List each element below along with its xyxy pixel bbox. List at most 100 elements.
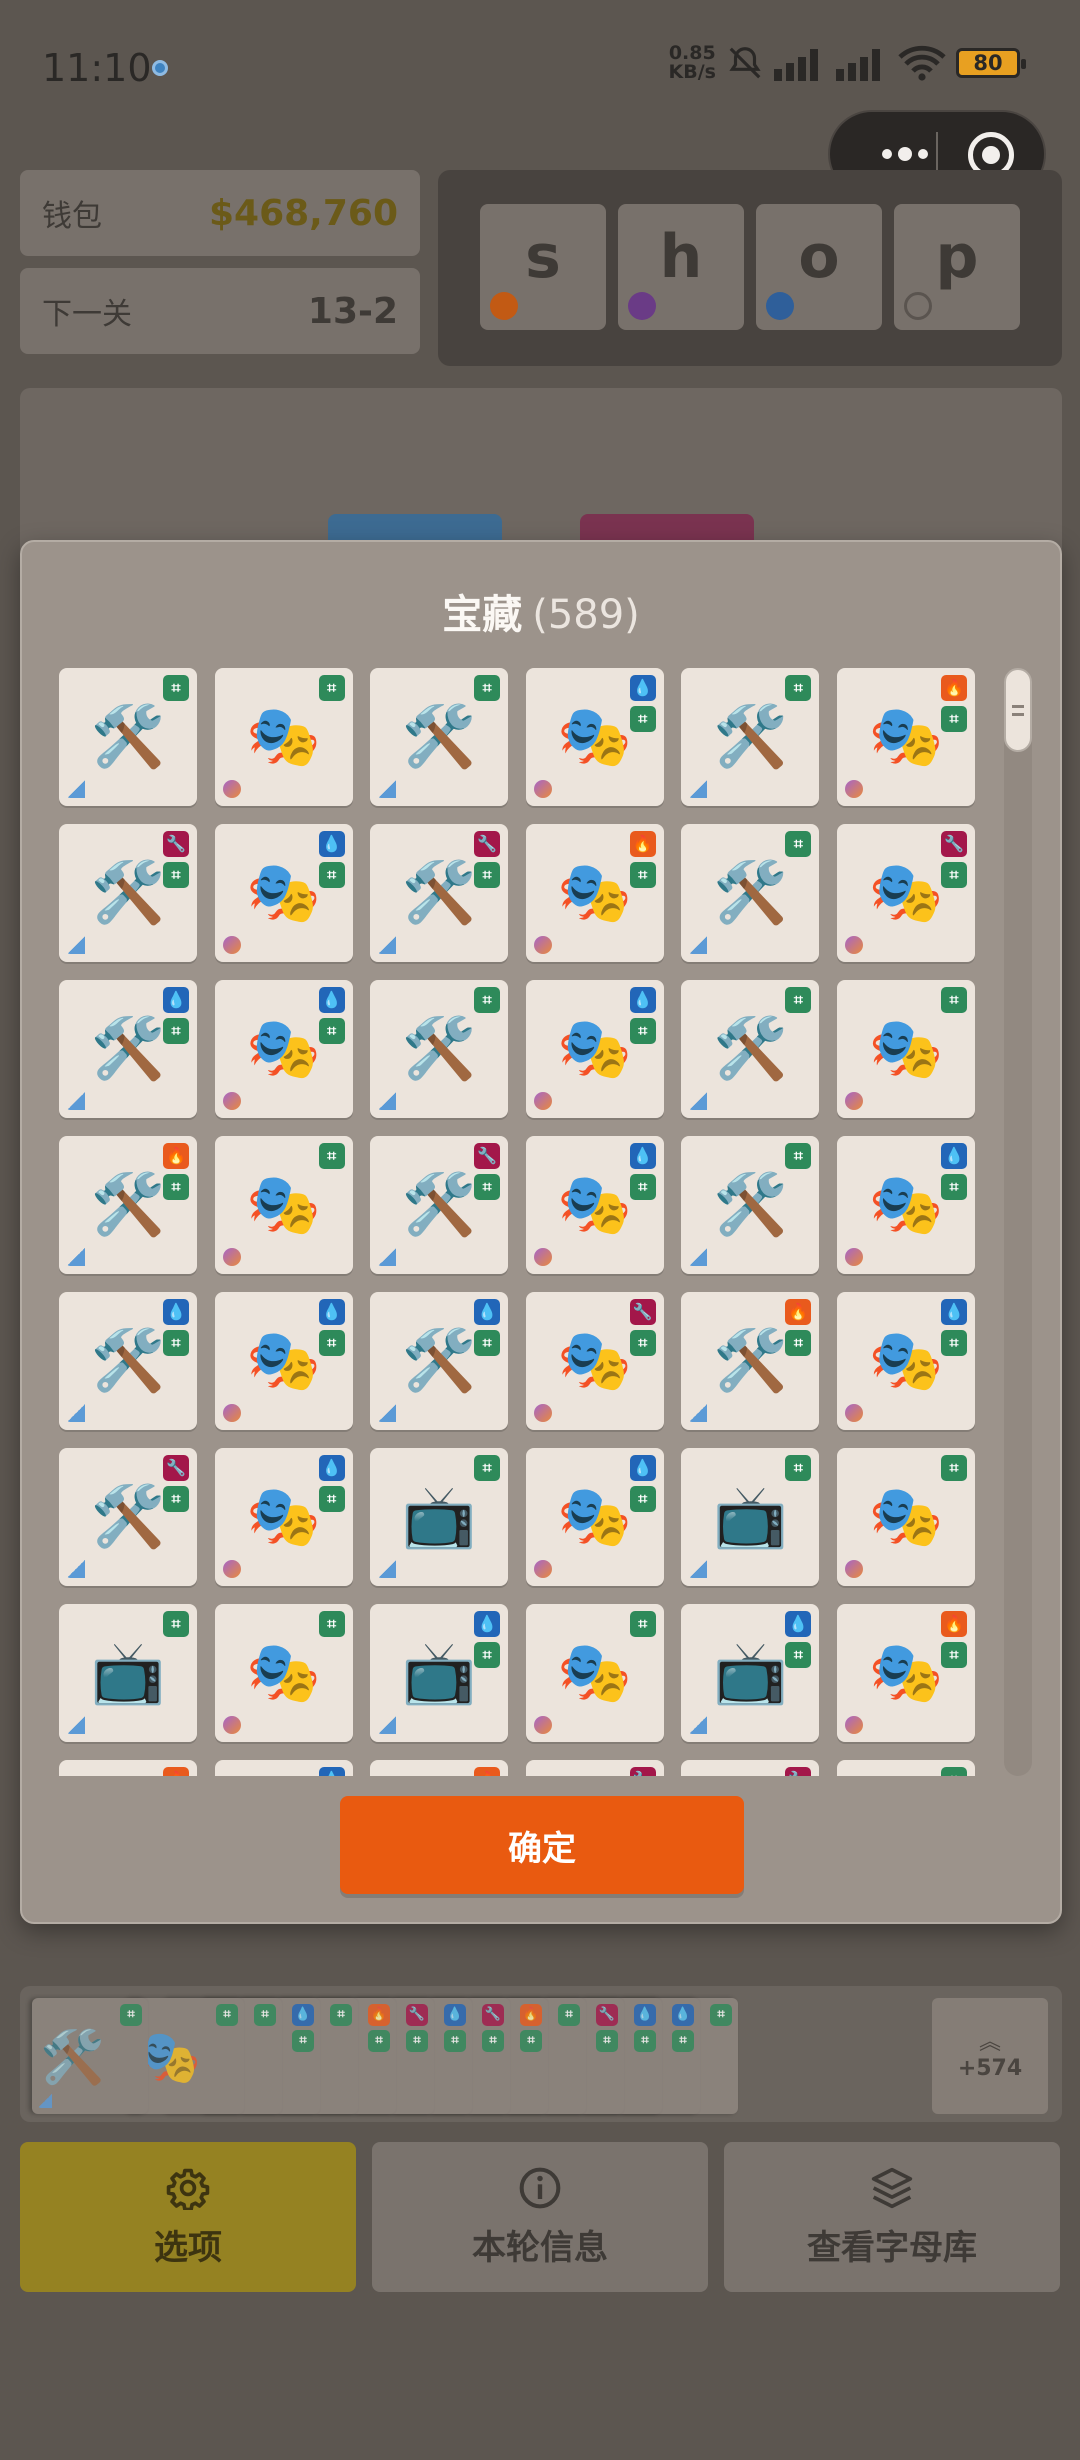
treasure-card[interactable]: 📺 💧 ⌗ bbox=[681, 1604, 820, 1742]
green-tag-badge-icon: ⌗ bbox=[629, 862, 656, 888]
treasure-card[interactable]: ⌗ bbox=[836, 1760, 975, 1776]
treasure-card[interactable]: 🛠️ 💧 ⌗ bbox=[59, 980, 197, 1118]
green-tag-badge-icon: ⌗ bbox=[940, 1330, 967, 1356]
blue-corner-icon bbox=[67, 780, 85, 798]
treasure-card[interactable]: 🎭 🔥 ⌗ bbox=[836, 1604, 975, 1742]
green-tag-badge-icon: ⌗ bbox=[785, 675, 812, 701]
treasure-card[interactable]: 🛠️ 🔥 ⌗ bbox=[681, 1292, 820, 1430]
treasure-card[interactable]: 🎭 ⌗ bbox=[214, 1136, 353, 1274]
treasure-card[interactable]: 🛠️ 💧 ⌗ bbox=[370, 1292, 509, 1430]
purple-orange-corner-icon bbox=[533, 1092, 552, 1110]
treasure-card[interactable]: 🎭 💧 ⌗ bbox=[214, 980, 353, 1118]
hand-strip: 🛠️⌗🎭⌗🛠️⌗🎭💧⌗🛠️⌗🎭🔥⌗🛠️🔧⌗🎭💧⌗🛠️🔧⌗🎭🔥⌗🛠️⌗🎭🔧⌗🛠️💧… bbox=[20, 1986, 1062, 2122]
treasure-card[interactable]: 🛠️ ⌗ bbox=[370, 980, 509, 1118]
television-icon: 📺 bbox=[90, 1638, 166, 1708]
treasure-card[interactable]: 🎭 💧 ⌗ bbox=[525, 668, 664, 806]
treasure-card[interactable]: 🎭 🔧 ⌗ bbox=[836, 824, 975, 962]
treasure-card[interactable]: 🎭 💧 ⌗ bbox=[836, 1136, 975, 1274]
tools-icon: 🛠️ bbox=[713, 1170, 788, 1240]
water-badge-icon: 💧 bbox=[318, 1299, 345, 1325]
scrollbar-track[interactable] bbox=[1004, 668, 1032, 1776]
treasure-card[interactable]: 🎭 💧 ⌗ bbox=[836, 1292, 975, 1430]
treasure-card[interactable]: 🎭 ⌗ bbox=[836, 980, 975, 1118]
treasure-card[interactable]: 📺 ⌗ bbox=[681, 1448, 820, 1586]
card-badges: ⌗ bbox=[940, 987, 967, 1013]
options-button[interactable]: 选项 bbox=[20, 2142, 356, 2292]
treasure-card[interactable]: 🎭 💧 ⌗ bbox=[525, 1448, 664, 1586]
shop-letter-tile[interactable]: p bbox=[894, 204, 1020, 330]
purple-orange-corner-icon bbox=[844, 780, 863, 798]
green-tag-badge-icon: ⌗ bbox=[318, 1143, 345, 1169]
treasure-card[interactable]: 💧 bbox=[214, 1760, 353, 1776]
treasure-card[interactable]: 🛠️ ⌗ bbox=[681, 980, 820, 1118]
purple-orange-corner-icon bbox=[844, 1716, 863, 1734]
treasure-grid-viewport[interactable]: 🛠️ ⌗ 🎭 ⌗ 🛠️ ⌗ 🎭 💧 ⌗ 🛠️ ⌗ 🎭 🔥 ⌗ 🛠️ 🔧 ⌗ 🎭 💧 ⌗ 🛠️ 🔧 ⌗ 🎭 🔥 ⌗ 🛠️ ⌗ 🎭 🔧 ⌗ 🛠️ 💧… bbox=[59, 668, 1009, 1776]
treasure-card[interactable]: 🛠️ ⌗ bbox=[681, 1136, 820, 1274]
expand-hand-button[interactable]: ︽ +574 bbox=[932, 1998, 1048, 2114]
scrollbar-thumb[interactable] bbox=[1004, 668, 1032, 752]
treasure-card[interactable]: 🛠️ 💧 ⌗ bbox=[59, 1292, 197, 1430]
blue-corner-icon bbox=[378, 1404, 397, 1422]
blue-corner-icon bbox=[67, 1560, 85, 1578]
treasure-card[interactable]: 🛠️ 🔥 ⌗ bbox=[59, 1136, 197, 1274]
network-speed: 0.85 KB/s bbox=[668, 42, 716, 83]
treasure-card[interactable]: 🛠️ ⌗ bbox=[59, 668, 197, 806]
shop-letters-panel: s h o p bbox=[438, 170, 1062, 366]
signal-2-icon bbox=[836, 49, 880, 81]
purple-orange-corner-icon bbox=[222, 1560, 241, 1578]
letter-library-button[interactable]: 查看字母库 bbox=[724, 2142, 1060, 2292]
treasure-card[interactable]: 🔧 bbox=[681, 1760, 820, 1776]
blue-corner-icon bbox=[67, 936, 85, 954]
treasure-count: (589) bbox=[532, 592, 640, 638]
treasure-card[interactable]: 🎭 ⌗ bbox=[525, 1604, 664, 1742]
treasure-card[interactable]: 🎭 💧 ⌗ bbox=[525, 980, 664, 1118]
treasure-card[interactable]: 🛠️ 🔧 ⌗ bbox=[370, 824, 509, 962]
treasure-card[interactable]: 🎭 💧 ⌗ bbox=[214, 824, 353, 962]
card-badges: 💧 ⌗ bbox=[163, 1299, 189, 1356]
treasure-card[interactable]: 🛠️ ⌗ bbox=[681, 824, 820, 962]
card-badges: 🔧 ⌗ bbox=[474, 831, 501, 888]
shop-letter-tile[interactable]: h bbox=[618, 204, 744, 330]
card-badges: ⌗ bbox=[216, 2004, 238, 2026]
theater-masks-icon: 🎭 bbox=[246, 1638, 321, 1708]
green-tag-badge-icon: ⌗ bbox=[163, 1330, 189, 1356]
treasure-card[interactable]: 📺 💧 ⌗ bbox=[370, 1604, 509, 1742]
fire-badge-icon: 🔥 bbox=[520, 2004, 542, 2026]
treasure-card[interactable]: 🛠️ ⌗ bbox=[370, 668, 509, 806]
blue-corner-icon bbox=[378, 1248, 397, 1266]
treasure-card[interactable]: 🛠️ 🔧 ⌗ bbox=[59, 824, 197, 962]
card-badges: 💧 ⌗ bbox=[318, 987, 345, 1044]
green-tag-badge-icon: ⌗ bbox=[368, 2030, 390, 2052]
treasure-card[interactable]: 🎭 🔥 ⌗ bbox=[525, 824, 664, 962]
green-tag-badge-icon: ⌗ bbox=[330, 2004, 352, 2026]
treasure-card[interactable]: 🛠️ 🔧 ⌗ bbox=[59, 1448, 197, 1586]
green-tag-badge-icon: ⌗ bbox=[318, 1330, 345, 1356]
treasure-card[interactable]: 🎭 ⌗ bbox=[836, 1448, 975, 1586]
treasure-card[interactable]: 🛠️ ⌗ bbox=[681, 668, 820, 806]
treasure-card[interactable]: 📺 ⌗ bbox=[370, 1448, 509, 1586]
shop-letter-tile[interactable]: o bbox=[756, 204, 882, 330]
shop-letter-tile[interactable]: s bbox=[480, 204, 606, 330]
confirm-button[interactable]: 确定 bbox=[340, 1796, 744, 1894]
round-info-button[interactable]: 本轮信息 bbox=[372, 2142, 708, 2292]
treasure-card[interactable]: 🔧 bbox=[525, 1760, 664, 1776]
treasure-card[interactable]: 📺 ⌗ bbox=[59, 1604, 197, 1742]
card-badges: 💧 ⌗ bbox=[318, 1299, 345, 1356]
treasure-card[interactable]: 🎭 ⌗ bbox=[214, 1604, 353, 1742]
hand-card[interactable]: 🛠️ ⌗ bbox=[32, 1998, 148, 2114]
purple-orange-corner-icon bbox=[533, 936, 552, 954]
wifi-icon bbox=[898, 45, 946, 81]
green-tag-badge-icon: ⌗ bbox=[474, 1174, 501, 1200]
treasure-card[interactable]: 🎭 💧 ⌗ bbox=[525, 1136, 664, 1274]
treasure-card[interactable]: 🎭 💧 ⌗ bbox=[214, 1292, 353, 1430]
treasure-card[interactable]: 🛠️ 🔧 ⌗ bbox=[370, 1136, 509, 1274]
green-tag-badge-icon: ⌗ bbox=[482, 2030, 504, 2052]
treasure-card[interactable]: 🔥 bbox=[370, 1760, 509, 1776]
treasure-card[interactable]: 🎭 🔧 ⌗ bbox=[525, 1292, 664, 1430]
treasure-card[interactable]: 🎭 🔥 ⌗ bbox=[836, 668, 975, 806]
treasure-card[interactable]: 🔥 bbox=[59, 1760, 197, 1776]
treasure-card[interactable]: 🎭 💧 ⌗ bbox=[214, 1448, 353, 1586]
treasure-card[interactable]: 🎭 ⌗ bbox=[214, 668, 353, 806]
fire-badge-icon: 🔥 bbox=[940, 1611, 967, 1637]
wrench-badge-icon: 🔧 bbox=[596, 2004, 618, 2026]
